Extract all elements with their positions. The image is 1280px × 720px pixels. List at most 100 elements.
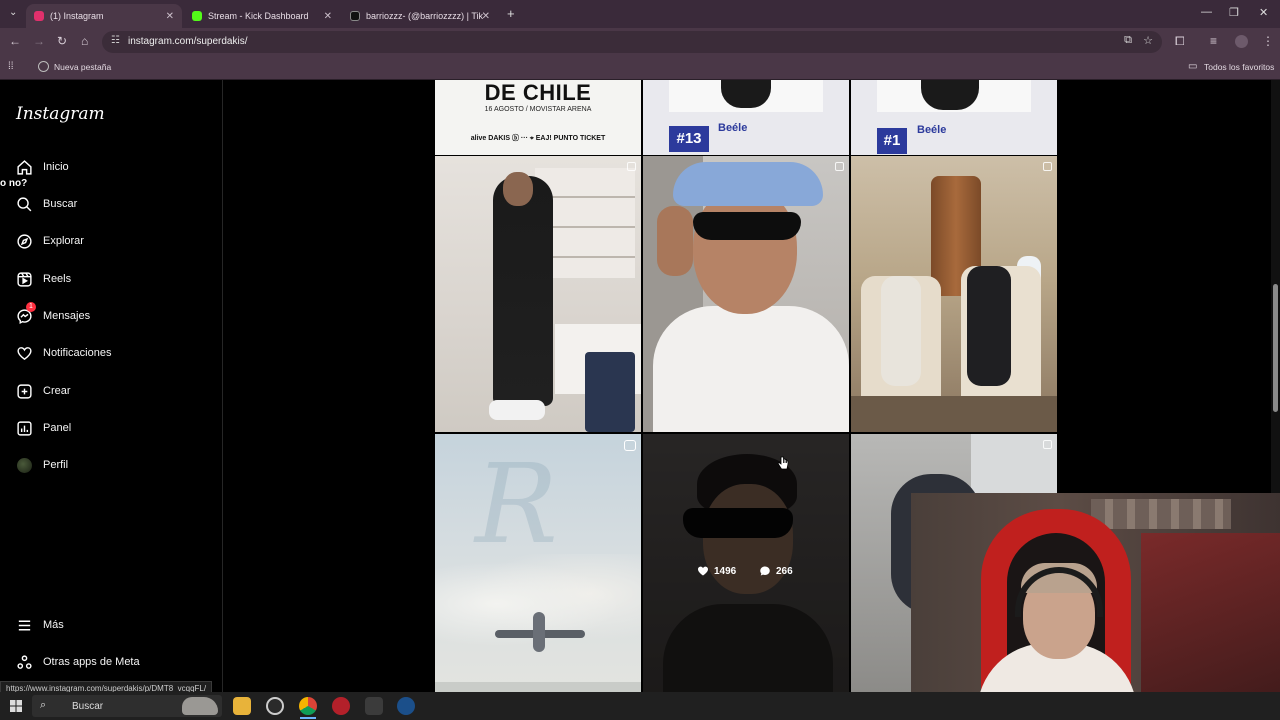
taskbar-search-label: Buscar <box>72 701 104 712</box>
watermark-logo: R <box>475 440 558 568</box>
post-selfie-cap[interactable] <box>643 156 849 432</box>
sidebar-item-inicio[interactable]: Inicio <box>14 156 69 178</box>
sidebar-item-panel[interactable]: Panel <box>14 417 71 439</box>
post-mirror-selfie[interactable] <box>435 156 641 432</box>
address-bar[interactable]: ☷ instagram.com/superdakis/ ⧉ ☆ <box>102 31 1162 53</box>
restore-icon[interactable]: ❐ <box>1229 6 1239 19</box>
app-red-icon[interactable] <box>332 697 350 715</box>
steam-icon[interactable] <box>397 697 415 715</box>
tab-kick-dashboard[interactable]: Stream - Kick Dashboard ✕ <box>184 4 340 28</box>
sidebar-item-label: Inicio <box>43 161 69 173</box>
instagram-sidebar: Instagram o no? Inicio Buscar Explorar R… <box>0 80 223 692</box>
notification-badge: 1 <box>26 302 36 312</box>
sidebar-item-reels[interactable]: Reels <box>14 268 71 290</box>
sidebar-item-label: Crear <box>43 385 71 397</box>
tab-tiktok[interactable]: barriozzz- (@barriozzzz) | TikT ✕ <box>342 4 498 28</box>
sidebar-item-label: Otras apps de Meta <box>43 656 140 668</box>
instagram-logo[interactable]: Instagram <box>16 104 105 124</box>
floor <box>851 396 1057 432</box>
sidebar-item-label: Reels <box>43 273 72 285</box>
reload-icon[interactable]: ↻ <box>57 34 67 48</box>
search-icon: ⌕ <box>40 699 47 711</box>
sidebar-item-label: Notificaciones <box>43 347 112 359</box>
messenger-icon: 1 <box>14 302 36 326</box>
sidebar-item-mensajes[interactable]: 1 Mensajes <box>14 302 90 327</box>
media-control-icon[interactable]: ≡ <box>1210 34 1217 48</box>
card-photo <box>877 80 1031 112</box>
person-right <box>967 266 1011 386</box>
meta-apps-icon <box>14 652 34 672</box>
bookmark-new-tab[interactable]: Nueva pestaña <box>54 62 111 72</box>
all-bookmarks-link[interactable]: Todos los favoritos <box>1204 62 1274 72</box>
post-rank-card[interactable]: #13 Beéle <box>643 80 849 155</box>
window-close-icon[interactable]: ✕ <box>1259 6 1268 19</box>
tab-title: barriozzz- (@barriozzzz) | TikT <box>366 11 484 21</box>
tab-search-chevron-icon[interactable]: ⌄ <box>9 7 17 18</box>
post-airplane-sky[interactable]: R <box>435 434 641 692</box>
reels-icon <box>14 269 34 289</box>
back-icon[interactable]: ← <box>9 34 21 48</box>
carousel-icon <box>835 162 844 171</box>
sidebar-item-explorar[interactable]: Explorar <box>14 230 84 252</box>
extensions-icon[interactable]: ⧠ <box>1175 34 1185 49</box>
rank-badge: #13 <box>669 126 709 152</box>
globe-icon <box>38 61 49 72</box>
person <box>493 176 553 406</box>
app-g-icon[interactable] <box>365 697 383 715</box>
menu-kebab-icon[interactable]: ⋮ <box>1262 34 1274 48</box>
chrome-icon[interactable] <box>299 697 317 715</box>
forward-icon[interactable]: → <box>33 34 45 48</box>
scrollbar-thumb[interactable] <box>1273 284 1278 412</box>
sidebar-item-label: Explorar <box>43 235 84 247</box>
hamburger-menu-icon <box>14 615 34 635</box>
sidebar-item-notificaciones[interactable]: Notificaciones <box>14 342 111 364</box>
reel-icon <box>624 440 636 451</box>
apps-grid-icon[interactable]: ⁞⁞ <box>8 61 14 72</box>
tab-instagram[interactable]: (1) Instagram ✕ <box>26 4 182 28</box>
browser-toolbar: ← → ↻ ⌂ ☷ instagram.com/superdakis/ ⧉ ☆ … <box>0 28 1280 56</box>
folder-icon: ▭ <box>1188 61 1198 72</box>
close-icon[interactable]: ✕ <box>482 11 490 22</box>
install-app-icon[interactable]: ⧉ <box>1124 34 1132 47</box>
sidebar-item-label: Más <box>43 619 64 631</box>
close-icon[interactable]: ✕ <box>166 11 174 22</box>
post-rank-card[interactable]: #1 Beéle <box>851 80 1057 155</box>
sidebar-item-mas[interactable]: Más <box>14 614 64 636</box>
sidebar-item-perfil[interactable]: Perfil <box>14 454 68 476</box>
home-icon <box>14 157 34 177</box>
sidebar-item-buscar[interactable]: Buscar <box>14 193 77 215</box>
instagram-favicon-icon <box>34 11 44 21</box>
post-concert-poster[interactable]: DE CHILE 16 AGOSTO / MOVISTAR ARENA aliv… <box>435 80 641 155</box>
profile-avatar-icon[interactable] <box>1235 35 1248 48</box>
post-hovered[interactable]: 1496 266 <box>643 434 849 692</box>
suitcase <box>585 352 635 432</box>
rank-badge: #1 <box>877 128 907 154</box>
person-left <box>881 276 921 386</box>
sidebar-item-meta-apps[interactable]: Otras apps de Meta <box>14 651 140 673</box>
tab-title: Stream - Kick Dashboard <box>208 11 309 21</box>
new-tab-icon[interactable]: + <box>507 6 515 21</box>
airplane-body <box>533 612 545 652</box>
chart-icon <box>14 418 34 438</box>
home-icon[interactable]: ⌂ <box>81 34 88 48</box>
elephant-search-art-icon <box>182 697 218 715</box>
post-private-jet[interactable] <box>851 156 1057 432</box>
sunglasses <box>693 212 801 240</box>
taskbar-search[interactable]: ⌕ Buscar <box>32 695 222 717</box>
webcam-overlay <box>911 493 1280 720</box>
windows-start-icon[interactable] <box>10 700 22 712</box>
heart-icon <box>14 343 34 363</box>
sidebar-item-crear[interactable]: Crear <box>14 380 71 402</box>
overlay-chat-text: o no? <box>0 178 28 189</box>
artist-name: Beéle <box>718 122 748 134</box>
sidebar-item-label: Perfil <box>43 459 69 471</box>
obs-icon[interactable] <box>266 697 284 715</box>
compass-icon <box>14 231 34 251</box>
close-icon[interactable]: ✕ <box>324 11 332 22</box>
poster-subtitle: 16 AGOSTO / MOVISTAR ARENA <box>484 106 592 113</box>
minimize-icon[interactable]: — <box>1201 6 1212 18</box>
site-info-icon[interactable]: ☷ <box>111 35 120 46</box>
bookmark-star-icon[interactable]: ☆ <box>1143 34 1153 47</box>
tiktok-favicon-icon <box>350 11 360 21</box>
file-explorer-icon[interactable] <box>233 697 251 715</box>
